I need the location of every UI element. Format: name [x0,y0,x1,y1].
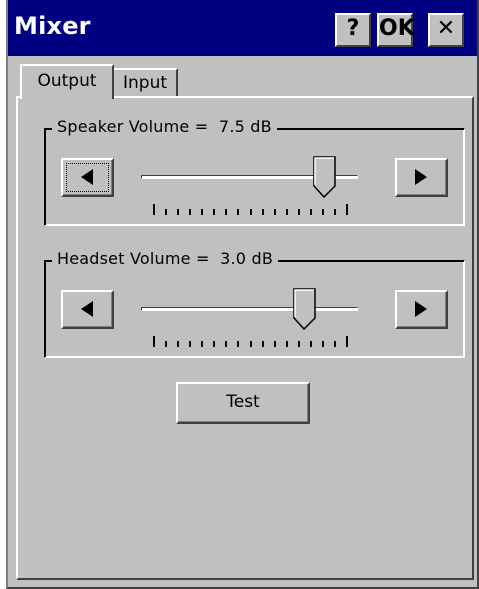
tick-mark [153,336,155,347]
tick-mark [262,341,264,347]
tick-mark [346,336,348,347]
tick-mark [274,209,276,215]
help-button[interactable]: ? [335,13,371,47]
close-button[interactable]: ✕ [428,13,464,47]
headset-tick-marks [153,336,348,347]
headset-volume-label: Headset Volume = 3.0 dB [52,249,279,268]
tick-mark [250,341,252,347]
headset-increase-button[interactable] [395,290,448,329]
tick-mark [286,209,288,215]
headset-volume-group: Headset Volume = 3.0 dB [44,249,465,358]
speaker-decrease-button[interactable] [61,158,114,197]
tick-mark [201,341,203,347]
headset-decrease-button[interactable] [61,290,114,329]
tab-input[interactable]: Input [112,68,178,96]
headset-slider-track[interactable] [141,307,358,311]
tick-mark [177,341,179,347]
tick-mark [286,341,288,347]
tick-mark [250,209,252,215]
tick-mark [346,204,348,215]
left-arrow-icon [81,169,93,185]
tick-mark [189,209,191,215]
speaker-volume-label: Speaker Volume = 7.5 dB [52,117,277,136]
tick-mark [165,341,167,347]
tick-mark [274,341,276,347]
tick-mark [298,209,300,215]
tick-mark [165,209,167,215]
mixer-window: Mixer ? OK ✕ Output Input Speaker Volume… [6,0,479,589]
speaker-slider-thumb[interactable] [312,156,337,199]
tick-mark [237,209,239,215]
tick-mark [225,209,227,215]
ok-button[interactable]: OK [377,13,415,47]
speaker-tick-marks [153,204,348,215]
speaker-volume-group: Speaker Volume = 7.5 dB [44,117,465,226]
output-panel: Speaker Volume = 7.5 dB Headset Volume =… [16,96,474,580]
headset-slider-thumb[interactable] [293,288,317,331]
tick-mark [201,209,203,215]
tab-output[interactable]: Output [20,64,114,99]
tick-mark [334,341,336,347]
tick-mark [213,209,215,215]
tick-mark [322,341,324,347]
tick-mark [237,341,239,347]
test-button[interactable]: Test [176,382,310,424]
right-arrow-icon [415,169,427,185]
tick-mark [213,341,215,347]
tick-mark [310,341,312,347]
left-arrow-icon [81,301,93,317]
tick-mark [153,204,155,215]
speaker-increase-button[interactable] [395,158,448,197]
window-title: Mixer [14,12,91,40]
tick-mark [334,209,336,215]
tick-mark [262,209,264,215]
tick-mark [322,209,324,215]
tick-mark [298,341,300,347]
right-arrow-icon [415,301,427,317]
tick-mark [225,341,227,347]
tick-mark [177,209,179,215]
tick-mark [310,209,312,215]
title-bar: Mixer ? OK ✕ [8,0,477,56]
tick-mark [189,341,191,347]
